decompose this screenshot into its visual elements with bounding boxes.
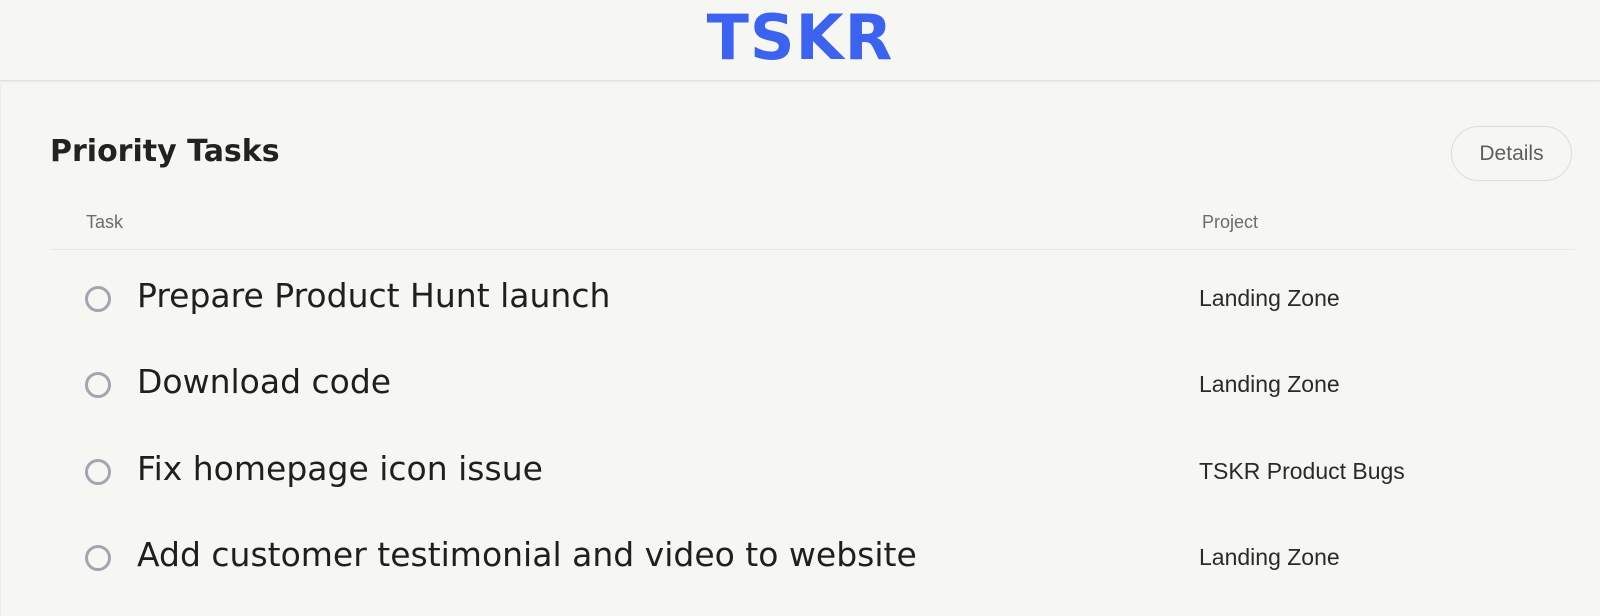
- task-row[interactable]: Fix homepage icon issue TSKR Product Bug…: [1, 427, 1600, 515]
- task-name[interactable]: Add customer testimonial and video to we…: [137, 535, 917, 574]
- task-name[interactable]: Fix homepage icon issue: [137, 449, 543, 488]
- details-button[interactable]: Details: [1451, 126, 1572, 181]
- task-row[interactable]: Download code Landing Zone: [1, 340, 1600, 428]
- header-divider: [50, 249, 1575, 250]
- task-name[interactable]: Download code: [137, 362, 391, 401]
- task-name[interactable]: Prepare Product Hunt launch: [137, 276, 610, 315]
- app-logo[interactable]: TSKR: [707, 7, 894, 69]
- project-name: Landing Zone: [1199, 285, 1340, 311]
- circle-checkbox-icon[interactable]: [85, 372, 111, 398]
- task-row[interactable]: Add customer testimonial and video to we…: [1, 513, 1600, 601]
- circle-checkbox-icon[interactable]: [85, 286, 111, 312]
- column-header-task: Task: [86, 212, 124, 232]
- project-name: Landing Zone: [1199, 371, 1340, 397]
- project-name: Landing Zone: [1199, 544, 1340, 570]
- project-name: TSKR Product Bugs: [1199, 458, 1405, 484]
- circle-checkbox-icon[interactable]: [85, 459, 111, 485]
- priority-tasks-panel: Priority Tasks Details Task Project Prep…: [0, 84, 1600, 616]
- column-header-project: Project: [1202, 212, 1259, 232]
- task-row[interactable]: Prepare Product Hunt launch Landing Zone: [1, 254, 1600, 342]
- panel-title: Priority Tasks: [50, 134, 280, 169]
- circle-checkbox-icon[interactable]: [85, 545, 111, 571]
- top-bar: TSKR: [0, 0, 1600, 81]
